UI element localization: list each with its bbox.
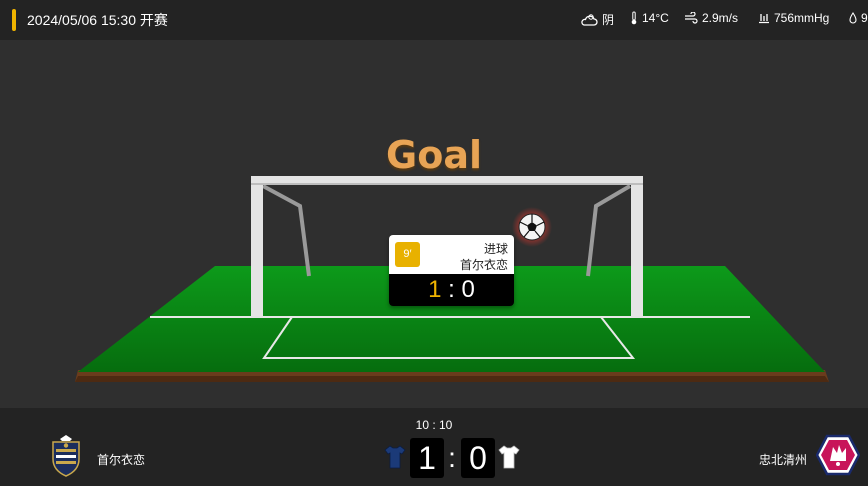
goal-back-support-right	[586, 184, 632, 277]
popup-score: 1 : 0	[389, 274, 514, 306]
match-clock: 10 : 10	[415, 418, 453, 432]
home-score: 1	[410, 438, 444, 478]
popup-home-score: 1	[428, 276, 442, 303]
home-team-name: 首尔衣恋	[97, 453, 146, 467]
away-jersey-icon	[498, 445, 520, 469]
popup-score-separator: :	[448, 276, 455, 303]
event-type: 进球	[483, 242, 508, 256]
soccer-ball-icon	[518, 213, 546, 241]
goal-event-popup: 9′ 进球 首尔衣恋 1 : 0	[389, 235, 514, 306]
away-team-name: 忠北清州	[759, 453, 808, 467]
score-separator: :	[448, 442, 456, 473]
event-title: Goal	[386, 133, 482, 177]
away-score: 0	[461, 438, 495, 478]
home-jersey-icon	[384, 445, 406, 469]
home-jersey-shape	[384, 445, 406, 469]
goal-back-support-left	[262, 184, 311, 277]
event-minute-badge: 9′	[395, 242, 420, 267]
scoreboard-bar: 10 : 10 首尔衣恋 1 : 0 忠北清州	[0, 408, 868, 486]
home-team-logo	[52, 435, 80, 477]
goal-post-right	[631, 176, 643, 318]
popup-away-score: 0	[461, 276, 475, 303]
away-jersey-shape	[498, 445, 520, 469]
away-team-logo	[816, 434, 860, 476]
goal-post-left	[251, 176, 263, 318]
event-team: 首尔衣恋	[459, 258, 508, 272]
